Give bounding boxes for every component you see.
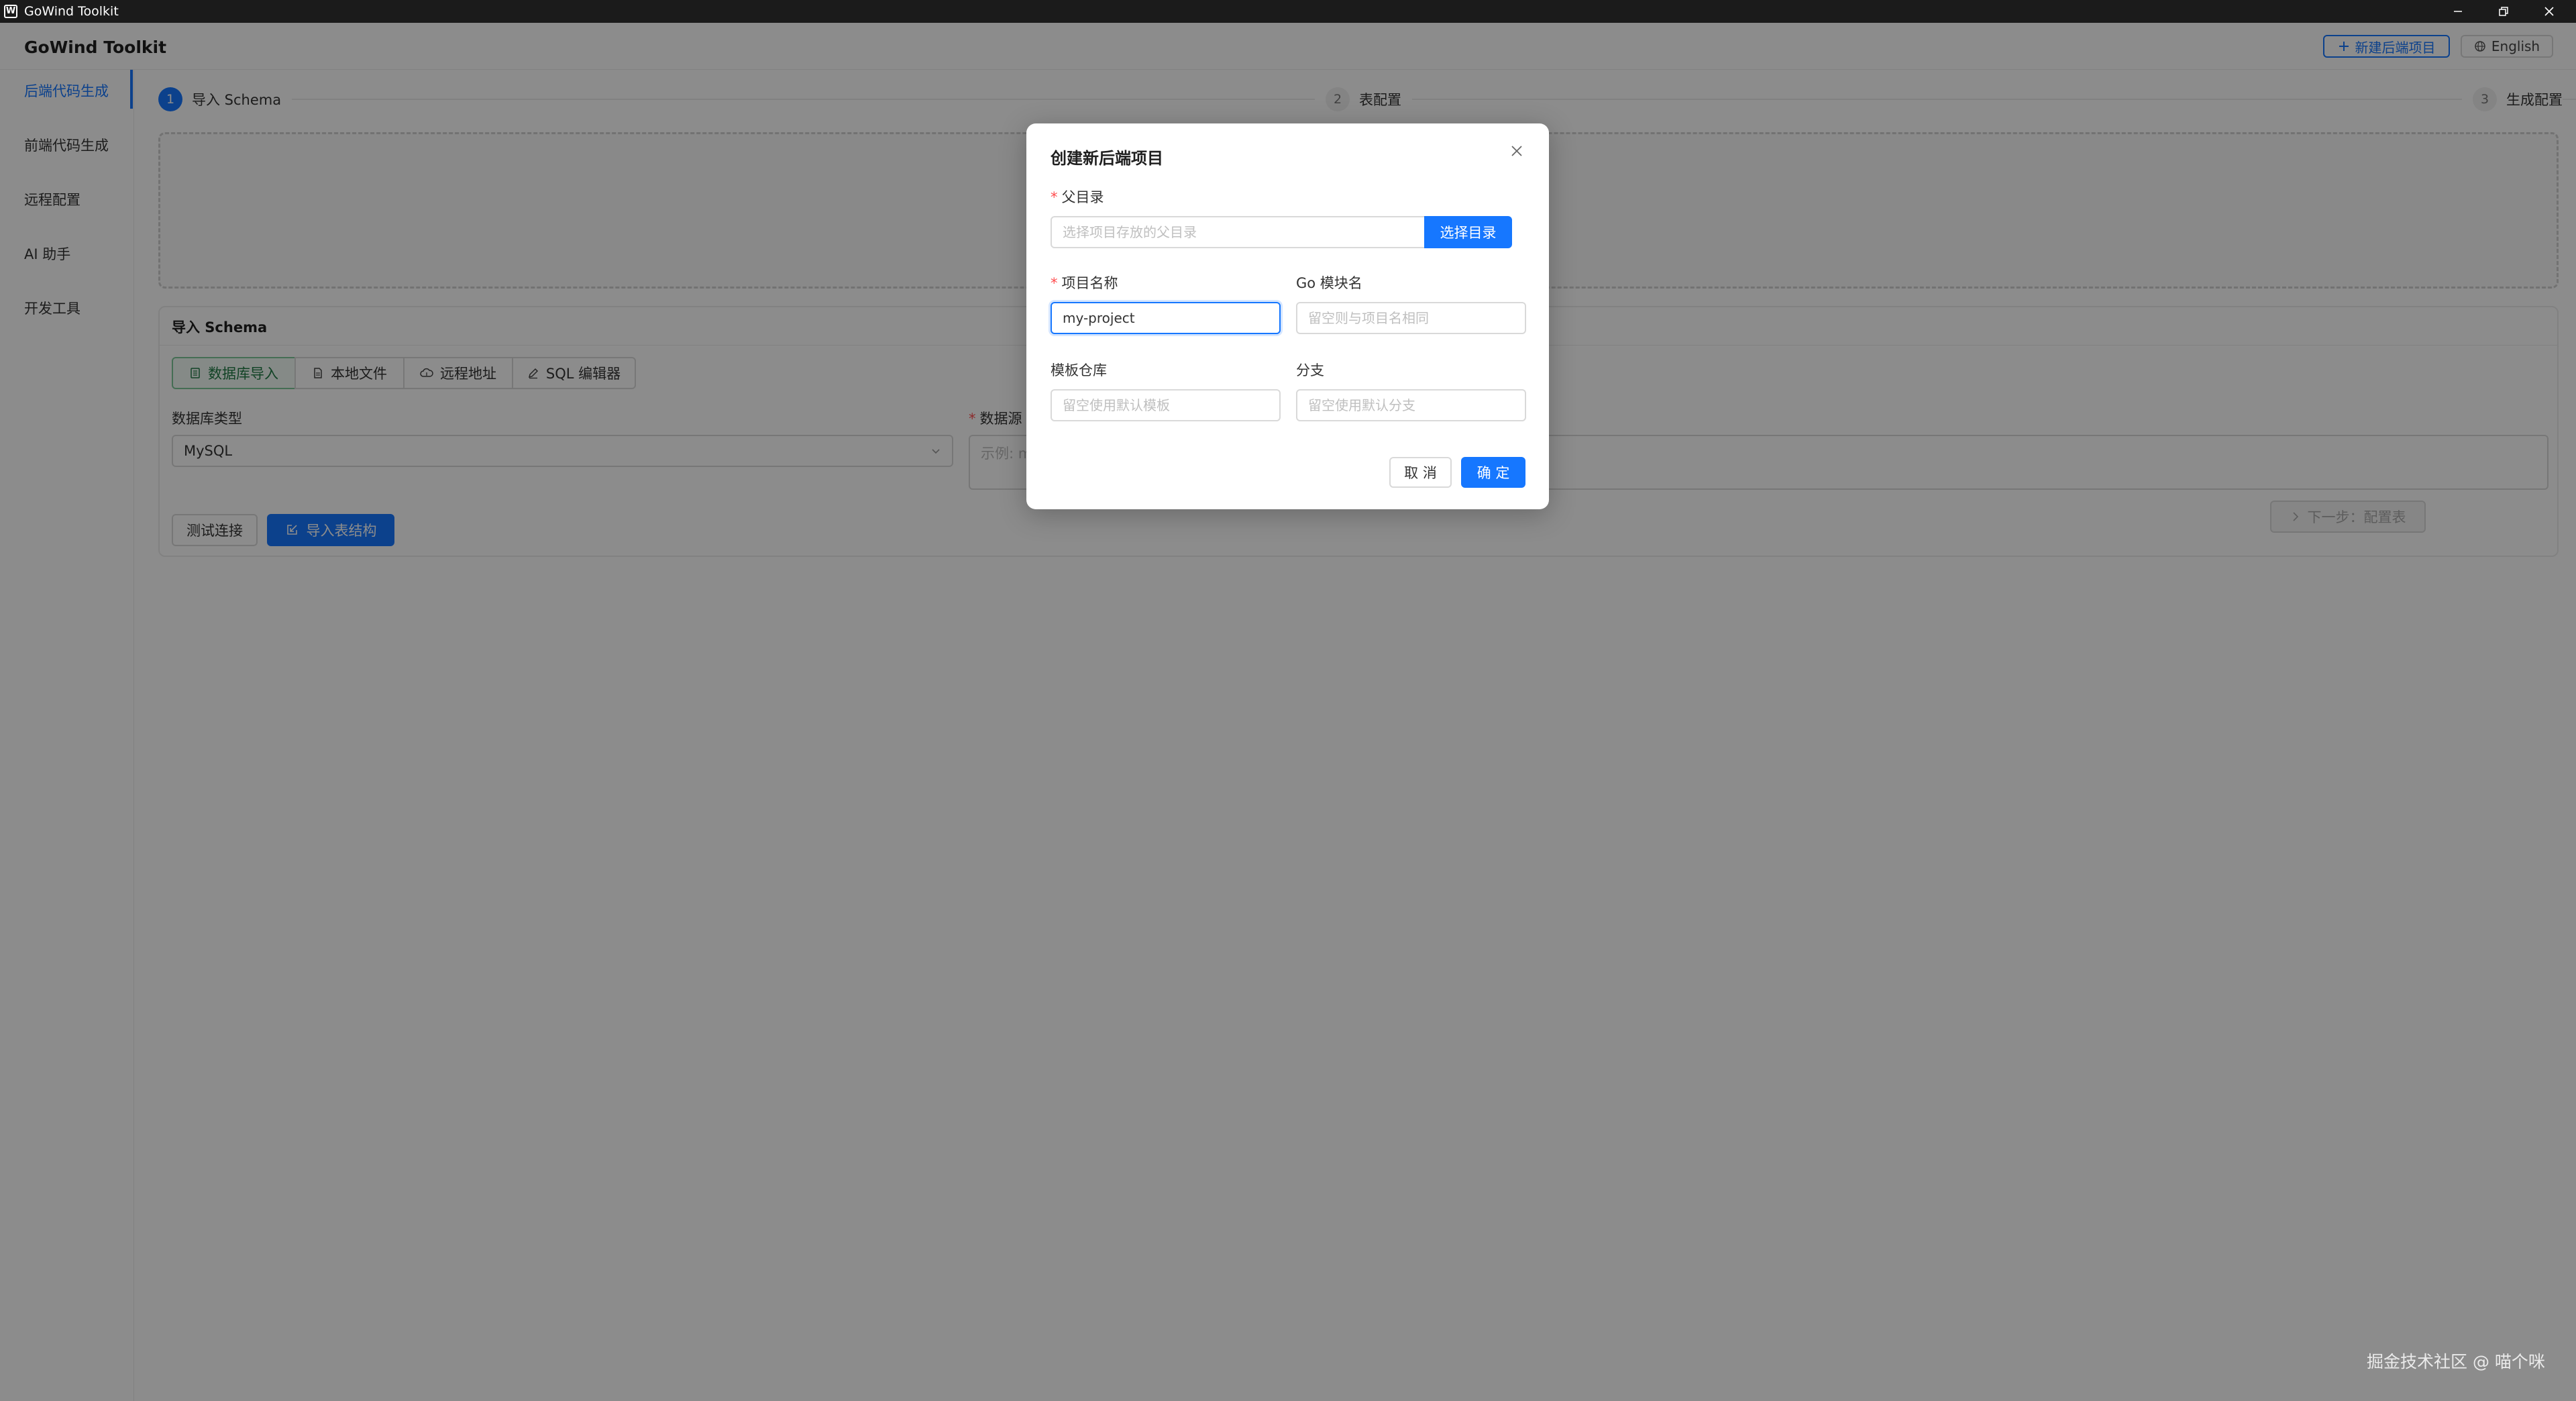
parent-dir-placeholder: 选择项目存放的父目录 bbox=[1063, 224, 1197, 240]
watermark: 掘金技术社区 @ 喵个咪 bbox=[2367, 1352, 2545, 1371]
dialog-close-button[interactable] bbox=[1507, 141, 1527, 161]
go-module-label: Go 模块名 bbox=[1296, 275, 1362, 291]
window-title: GoWind Toolkit bbox=[24, 4, 119, 19]
project-name-value: my-project bbox=[1063, 310, 1135, 326]
choose-directory-button[interactable]: 选择目录 bbox=[1424, 216, 1512, 248]
cancel-button[interactable]: 取 消 bbox=[1389, 457, 1452, 488]
project-name-label: * 项目名称 bbox=[1051, 275, 1118, 291]
branch-label: 分支 bbox=[1296, 362, 1324, 378]
minimize-button[interactable] bbox=[2435, 0, 2481, 23]
project-name-label-text: 项目名称 bbox=[1061, 275, 1118, 291]
cancel-label: 取 消 bbox=[1404, 465, 1437, 481]
branch-placeholder: 留空使用默认分支 bbox=[1308, 397, 1415, 413]
minimize-icon bbox=[2454, 11, 2462, 12]
close-window-button[interactable] bbox=[2526, 0, 2572, 23]
branch-input[interactable]: 留空使用默认分支 bbox=[1296, 389, 1526, 421]
confirm-button[interactable]: 确 定 bbox=[1461, 457, 1525, 488]
template-repo-label: 模板仓库 bbox=[1051, 362, 1107, 378]
create-project-dialog: 创建新后端项目 * 父目录 选择项目存放的父目录 选择目录 * 项目名称 my-pr… bbox=[1026, 123, 1549, 509]
app-logo-icon: W bbox=[4, 5, 17, 18]
parent-dir-input[interactable]: 选择项目存放的父目录 bbox=[1051, 216, 1426, 248]
dialog-title: 创建新后端项目 bbox=[1051, 149, 1163, 168]
restore-button[interactable] bbox=[2481, 0, 2526, 23]
template-repo-input[interactable]: 留空使用默认模板 bbox=[1051, 389, 1281, 421]
choose-directory-label: 选择目录 bbox=[1440, 225, 1497, 241]
close-icon bbox=[1511, 146, 1522, 156]
go-module-input[interactable]: 留空则与项目名相同 bbox=[1296, 302, 1526, 334]
parent-dir-label-text: 父目录 bbox=[1061, 189, 1104, 205]
project-name-input[interactable]: my-project bbox=[1051, 302, 1281, 334]
parent-dir-label: * 父目录 bbox=[1051, 189, 1104, 205]
close-icon bbox=[2544, 7, 2554, 16]
template-repo-placeholder: 留空使用默认模板 bbox=[1063, 397, 1170, 413]
go-module-placeholder: 留空则与项目名相同 bbox=[1308, 310, 1429, 326]
confirm-label: 确 定 bbox=[1477, 465, 1510, 481]
window-titlebar: W GoWind Toolkit bbox=[0, 0, 2576, 23]
restore-icon bbox=[2499, 7, 2508, 16]
